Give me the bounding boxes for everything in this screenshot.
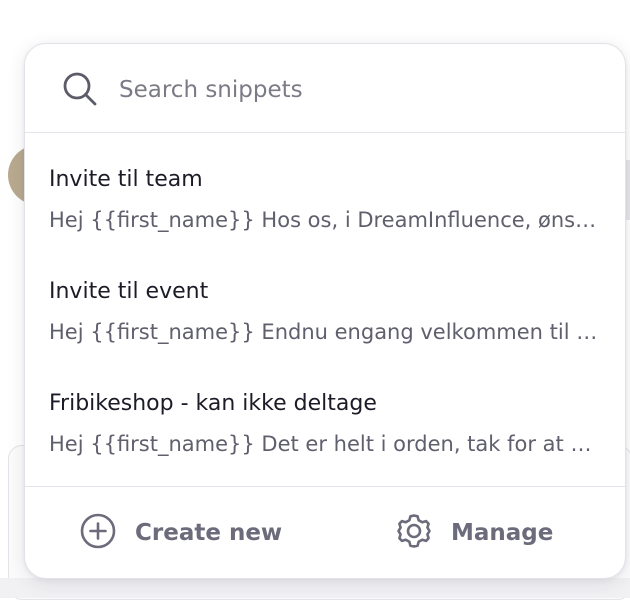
manage-label: Manage <box>451 520 554 546</box>
search-input[interactable] <box>117 68 601 112</box>
snippet-item[interactable]: Invite til event Hej {{first_name}} Endn… <box>25 277 625 377</box>
create-new-button[interactable]: Create new <box>79 511 282 555</box>
background-footer <box>0 578 630 598</box>
plus-circle-icon <box>79 512 117 554</box>
snippet-preview: Hej {{first_name}} Endnu engang velkomme… <box>49 320 604 344</box>
snippet-preview: Hej {{first_name}} Det er helt i orden, … <box>49 432 604 456</box>
gear-icon <box>395 512 433 554</box>
popover-footer: Create new Manage <box>25 486 625 578</box>
snippet-item[interactable]: Fribikeshop - kan ikke deltage Hej {{fir… <box>25 389 625 489</box>
search-bar <box>25 44 625 133</box>
snippet-title: Invite til event <box>49 279 209 304</box>
snippet-title: Invite til team <box>49 167 203 192</box>
snippet-preview: Hej {{first_name}} Hos os, i DreamInflue… <box>49 208 604 232</box>
manage-button[interactable]: Manage <box>395 511 553 555</box>
search-icon <box>61 70 99 108</box>
create-new-label: Create new <box>135 520 283 546</box>
snippet-title: Fribikeshop - kan ikke deltage <box>49 391 377 416</box>
snippet-item[interactable]: Invite til team Hej {{first_name}} Hos o… <box>25 165 625 265</box>
snippets-popover: Invite til team Hej {{first_name}} Hos o… <box>24 43 626 579</box>
